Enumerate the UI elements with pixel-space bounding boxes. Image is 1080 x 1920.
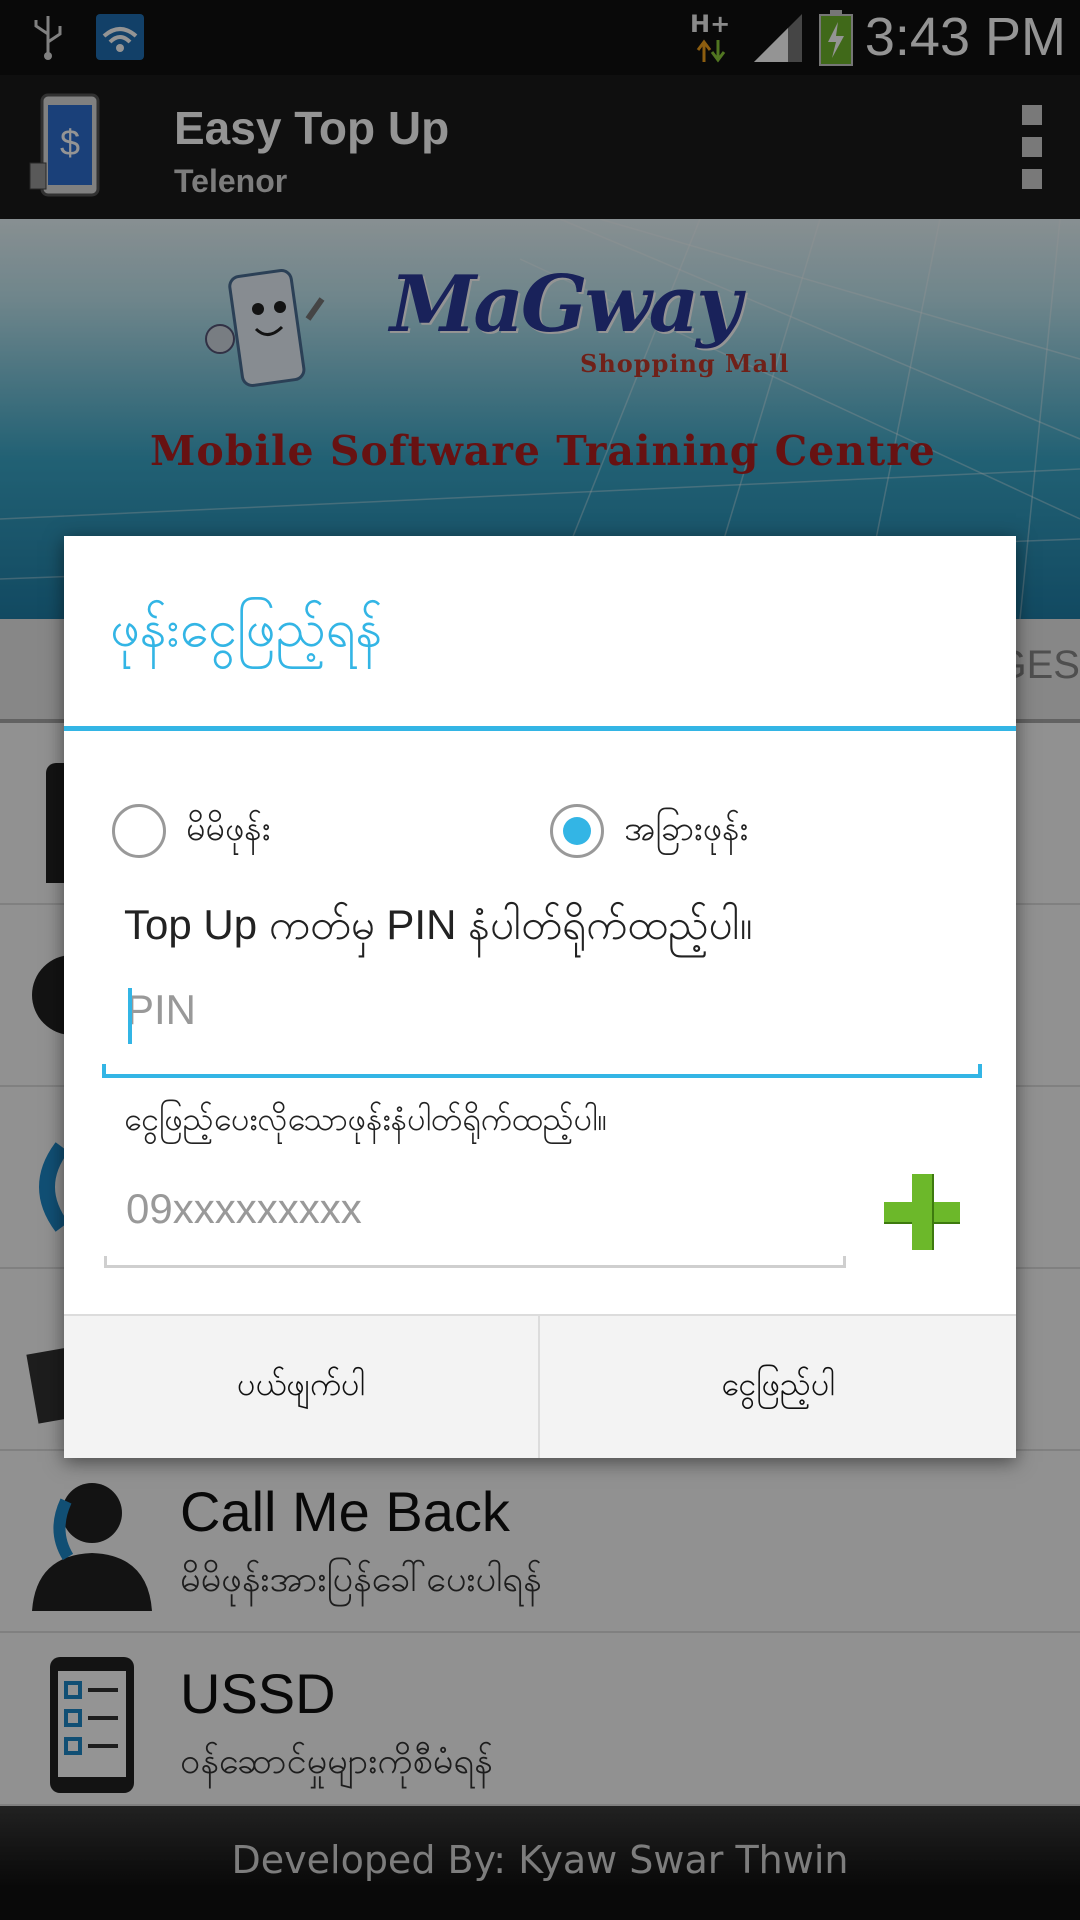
radio-other-phone[interactable] xyxy=(550,804,604,858)
top-up-button[interactable]: ငွေဖြည့်ပါ xyxy=(540,1316,1016,1458)
pin-field-label: Top Up ကတ်မှ PIN နံပါတ်ရိုက်ထည့်ပါ။ xyxy=(124,901,753,948)
phone-input-underline xyxy=(104,1256,846,1268)
pin-input-underline xyxy=(102,1064,982,1078)
radio-own-phone-label[interactable]: မိမိဖုန်း xyxy=(186,806,271,857)
dialog-title-divider xyxy=(64,726,1016,731)
radio-own-phone[interactable] xyxy=(112,804,166,858)
radio-other-phone-label[interactable]: အခြားဖုန်း xyxy=(624,806,748,857)
dialog-button-bar: ပယ်ဖျက်ပါ ငွေဖြည့်ပါ xyxy=(64,1314,1016,1458)
dialog-title: ဖုန်းငွေဖြည့်ရန် xyxy=(110,599,383,659)
add-contact-icon[interactable] xyxy=(884,1174,960,1250)
text-cursor xyxy=(128,988,132,1044)
pin-input[interactable] xyxy=(102,966,982,1054)
top-up-dialog: ဖုန်းငွေဖြည့်ရန် မိမိဖုန်း အခြားဖုန်း To… xyxy=(64,536,1016,1458)
cancel-button[interactable]: ပယ်ဖျက်ပါ xyxy=(64,1316,540,1458)
phone-number-input[interactable] xyxy=(104,1166,844,1252)
phone-field-label: ငွေဖြည့်ပေးလိုသောဖုန်းနံပါတ်ရိုက်ထည့်ပါ။ xyxy=(124,1100,608,1138)
